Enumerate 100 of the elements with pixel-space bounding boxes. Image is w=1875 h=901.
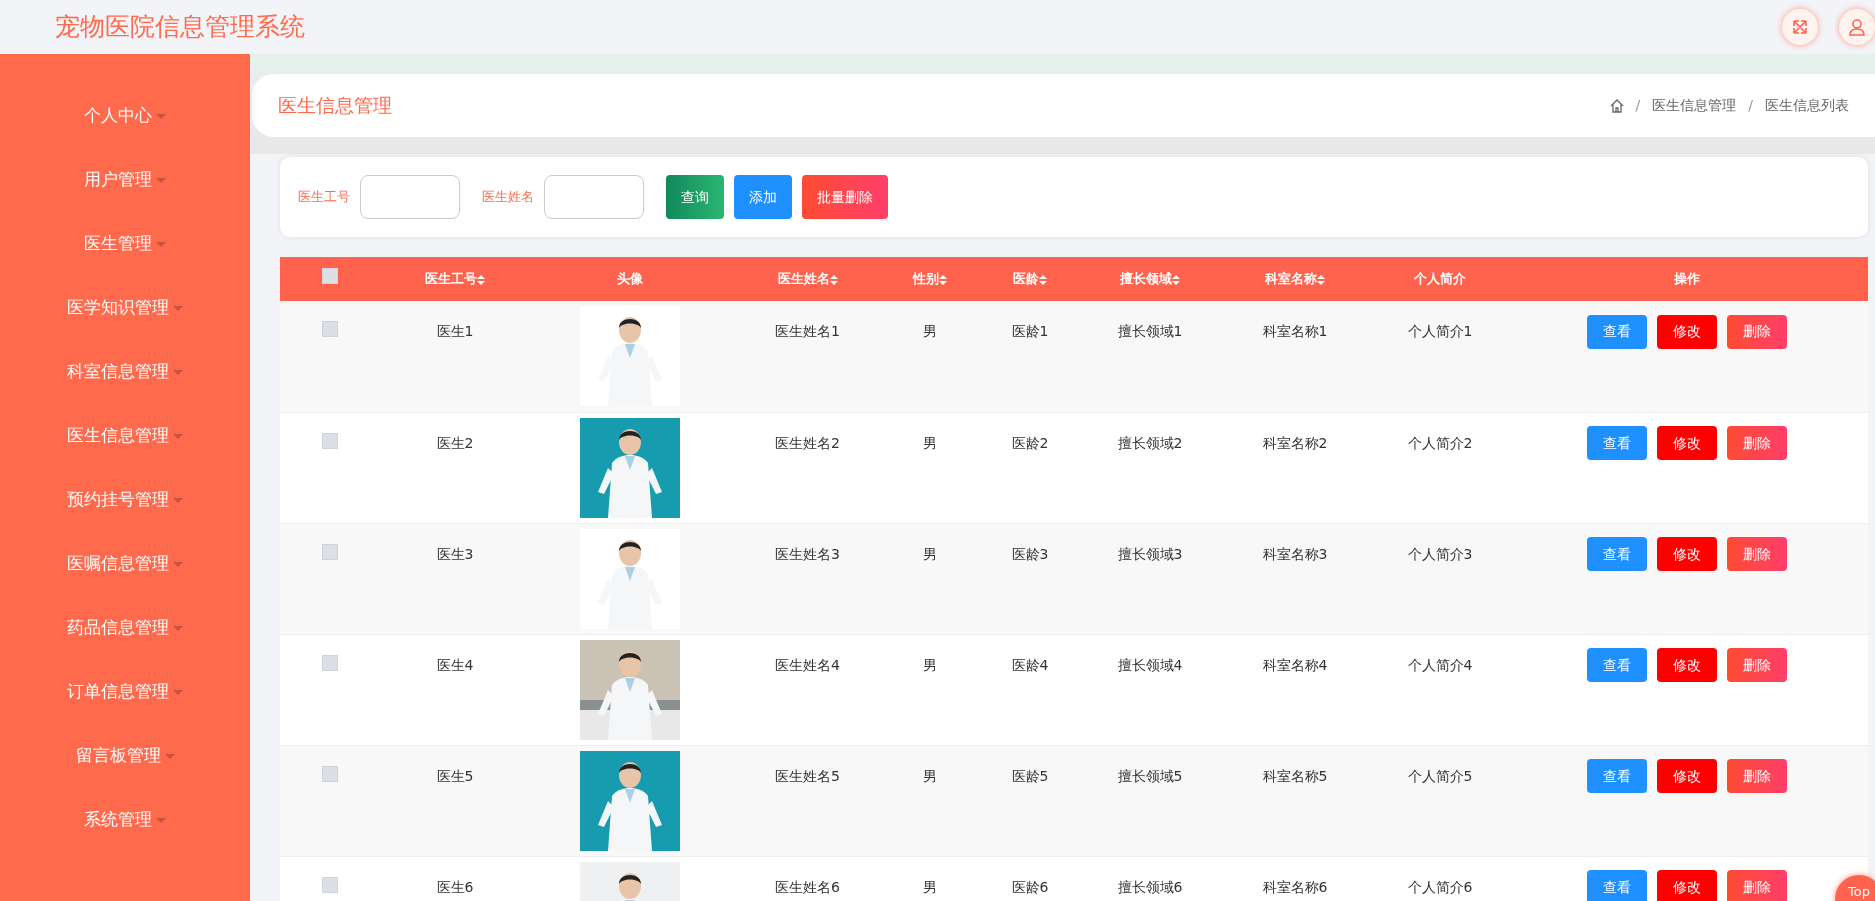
sidebar-item[interactable]: 医生信息管理 [67,423,169,449]
row-checkbox[interactable] [322,321,338,337]
input-field[interactable] [544,175,644,219]
table-cell: 擅长领域5 [1117,767,1183,784]
row-checkbox[interactable] [322,876,338,893]
view-button[interactable]: 查看 [1586,759,1647,793]
sort-icon [939,274,947,285]
caret-icon [164,753,175,759]
edit-button[interactable]: 修改 [1656,426,1717,460]
caret-icon [156,817,166,823]
add-button[interactable]: 添加 [734,175,792,219]
column-header: 操作 [1673,271,1700,287]
table-cell: 个人简介3 [1407,545,1473,562]
delete-button[interactable]: 删除 [1726,759,1787,793]
delete-button[interactable]: 删除 [1726,648,1787,682]
delete-button[interactable]: 批量删除 [802,175,888,219]
sidebar-item[interactable]: 订单信息管理 [67,679,169,705]
table-cell: 医生姓名2 [775,434,840,451]
sort-icon [1172,274,1180,285]
field-label: 医生姓名 [482,188,534,207]
sidebar-item[interactable]: 医学知识管理 [67,295,169,321]
edit-button[interactable]: 修改 [1656,537,1717,571]
fullscreen-button[interactable] [1782,9,1818,45]
row-checkbox[interactable] [322,654,338,671]
table-cell: 医生姓名6 [775,878,840,895]
table-cell: 个人简介5 [1407,767,1473,784]
row-checkbox[interactable] [322,543,338,560]
caret-icon [156,177,166,183]
view-button[interactable]: 查看 [1586,537,1647,571]
edit-button[interactable]: 修改 [1656,648,1717,682]
delete-button[interactable]: 删除 [1726,426,1787,460]
table-cell: 医生5 [436,767,474,784]
table-cell: 科室名称2 [1262,434,1328,451]
table-cell: 男 [923,323,937,339]
breadcrumb-separator: / [1635,96,1641,115]
fullscreen-icon [1791,18,1809,36]
app-title: 宠物医院信息管理系统 [55,11,305,44]
sidebar-item[interactable]: 系统管理 [84,807,152,833]
sort-icon [829,274,838,285]
table-cell: 擅长领域2 [1117,434,1183,451]
caret-icon [173,433,183,439]
sidebar-item[interactable]: 用户管理 [84,167,152,193]
table-cell: 个人简介1 [1407,323,1473,339]
caret-icon [173,561,183,567]
page-title: 医生信息管理 [278,93,392,119]
breadcrumb-item: 医生信息列表 [1765,96,1849,115]
view-button[interactable]: 查看 [1586,870,1647,901]
view-button[interactable]: 查看 [1586,648,1647,682]
sidebar-item[interactable]: 预约挂号管理 [67,487,169,513]
column-header[interactable]: 医生姓名 [777,271,838,287]
delete-button[interactable]: 删除 [1726,314,1787,349]
view-button[interactable]: 查看 [1586,426,1647,460]
table-cell: 擅长领域4 [1117,656,1183,673]
table-cell: 科室名称5 [1262,767,1328,784]
user-button[interactable] [1839,9,1875,45]
home-icon [1609,98,1624,113]
sidebar-item[interactable]: 医生管理 [84,231,152,257]
search-button[interactable]: 查询 [666,175,724,219]
sidebar-item[interactable]: 科室信息管理 [67,359,169,385]
table-cell: 个人简介4 [1407,656,1473,673]
table-cell: 医龄2 [1011,434,1049,451]
caret-icon [173,305,183,311]
table-cell: 男 [923,656,937,673]
sidebar-item[interactable]: 留言板管理 [75,743,161,769]
table-cell: 医生2 [436,434,474,451]
sidebar-item[interactable]: 药品信息管理 [67,615,169,641]
table-cell: 医生1 [436,323,474,339]
column-header[interactable]: 医龄 [1013,271,1047,287]
row-checkbox[interactable] [322,432,338,449]
column-header[interactable]: 医生工号 [425,271,485,287]
edit-button[interactable]: 修改 [1656,314,1717,349]
caret-icon [173,369,183,375]
row-checkbox[interactable] [322,765,338,782]
column-header: 个人简介 [1414,271,1466,287]
table-cell: 男 [923,878,937,895]
table-cell: 医生6 [436,878,474,895]
breadcrumb-separator: / [1748,96,1753,115]
column-header[interactable]: 擅长领域 [1120,271,1180,287]
table-cell: 擅长领域1 [1117,323,1183,339]
table-cell: 医龄4 [1011,656,1049,673]
user-icon [1848,18,1866,36]
view-button[interactable]: 查看 [1586,314,1647,349]
input-field[interactable] [360,175,460,219]
sidebar-item[interactable]: 个人中心 [84,103,152,129]
edit-button[interactable]: 修改 [1656,870,1717,901]
table-cell: 医生姓名5 [775,767,840,784]
column-header[interactable]: 科室名称 [1265,271,1325,287]
edit-button[interactable]: 修改 [1656,759,1717,793]
delete-button[interactable]: 删除 [1726,537,1787,571]
breadcrumb-item[interactable]: 医生信息管理 [1652,95,1737,116]
delete-button[interactable]: 删除 [1726,870,1787,901]
table-cell: 医生姓名1 [775,323,840,339]
select-all-checkbox[interactable] [322,268,338,285]
sidebar-item[interactable]: 医嘱信息管理 [67,551,169,577]
sort-icon [1317,274,1325,285]
sort-icon [1039,274,1047,285]
column-header[interactable]: 性别 [913,271,947,287]
table-cell: 科室名称6 [1262,878,1328,895]
table-cell: 医生姓名4 [775,656,840,673]
table-cell: 医龄6 [1011,878,1049,895]
